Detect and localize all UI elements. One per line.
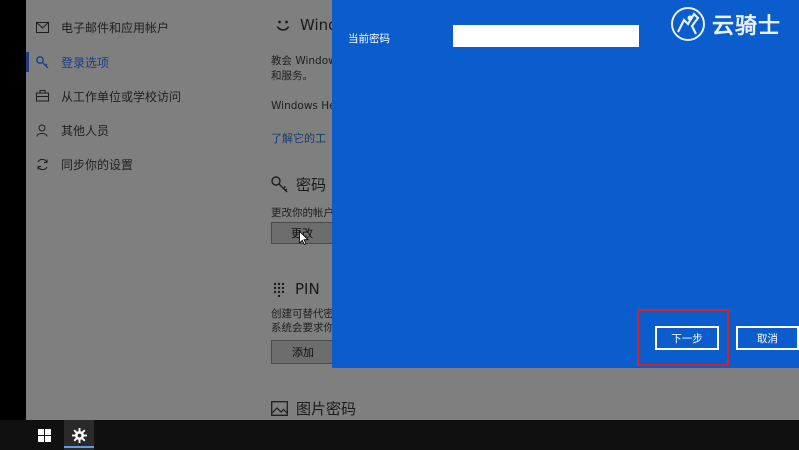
sidebar-item-label: 登录选项 bbox=[61, 55, 110, 70]
taskbar-active-indicator bbox=[64, 446, 94, 448]
mail-icon bbox=[35, 20, 49, 34]
keypad-icon bbox=[273, 282, 285, 297]
password-section-title: 密码 bbox=[271, 174, 326, 195]
current-password-input[interactable] bbox=[453, 25, 639, 47]
picture-password-section-title: 图片密码 bbox=[271, 398, 356, 419]
knight-logo-icon bbox=[670, 6, 706, 42]
watermark: 云骑士 bbox=[670, 5, 795, 43]
image-icon bbox=[271, 401, 288, 416]
cancel-button[interactable]: 取消 bbox=[736, 326, 799, 350]
gear-icon bbox=[71, 427, 87, 443]
briefcase-icon bbox=[35, 89, 49, 103]
key-icon bbox=[35, 55, 49, 69]
person-icon bbox=[35, 123, 49, 137]
taskbar bbox=[0, 420, 799, 450]
sidebar-item-label: 同步你的设置 bbox=[61, 157, 134, 172]
add-pin-button[interactable]: 添加 bbox=[271, 340, 335, 364]
windows-logo-icon bbox=[37, 428, 51, 442]
hello-section-title: Wind bbox=[274, 16, 338, 34]
pin-description-2: 系统会要求你 bbox=[271, 322, 334, 334]
watermark-text: 云骑士 bbox=[712, 14, 782, 39]
pin-description: 创建可替代密 bbox=[271, 308, 334, 320]
mouse-cursor-icon bbox=[299, 231, 309, 245]
sidebar-item-label: 从工作单位或学校访问 bbox=[61, 89, 182, 104]
sync-icon bbox=[35, 157, 49, 171]
smiley-icon bbox=[274, 16, 292, 34]
sidebar-item-sign-in-options[interactable]: 登录选项 bbox=[26, 48, 256, 76]
password-description: 更改你的帐户 bbox=[271, 207, 334, 219]
sidebar-item-email-accounts[interactable]: 电子邮件和应用帐户 bbox=[26, 13, 256, 41]
sidebar-item-label: 其他人员 bbox=[61, 123, 110, 138]
sidebar-item-work-school[interactable]: 从工作单位或学校访问 bbox=[26, 82, 256, 110]
sidebar-item-label: 电子邮件和应用帐户 bbox=[61, 20, 170, 35]
hello-description: 教会 Window bbox=[271, 55, 337, 67]
current-password-label: 当前密码 bbox=[348, 33, 390, 45]
start-button[interactable] bbox=[30, 420, 58, 450]
hello-description-2: 和服务。 bbox=[271, 70, 313, 82]
learn-more-link[interactable]: 了解它的工 bbox=[271, 130, 326, 146]
pin-section-title: PIN bbox=[273, 280, 320, 298]
hello-unavailable-text: Windows He bbox=[271, 100, 336, 112]
next-button-highlight-box bbox=[637, 309, 729, 366]
sidebar-item-sync-settings[interactable]: 同步你的设置 bbox=[26, 150, 256, 178]
sidebar-item-other-people[interactable]: 其他人员 bbox=[26, 116, 256, 144]
key-icon bbox=[271, 176, 288, 193]
